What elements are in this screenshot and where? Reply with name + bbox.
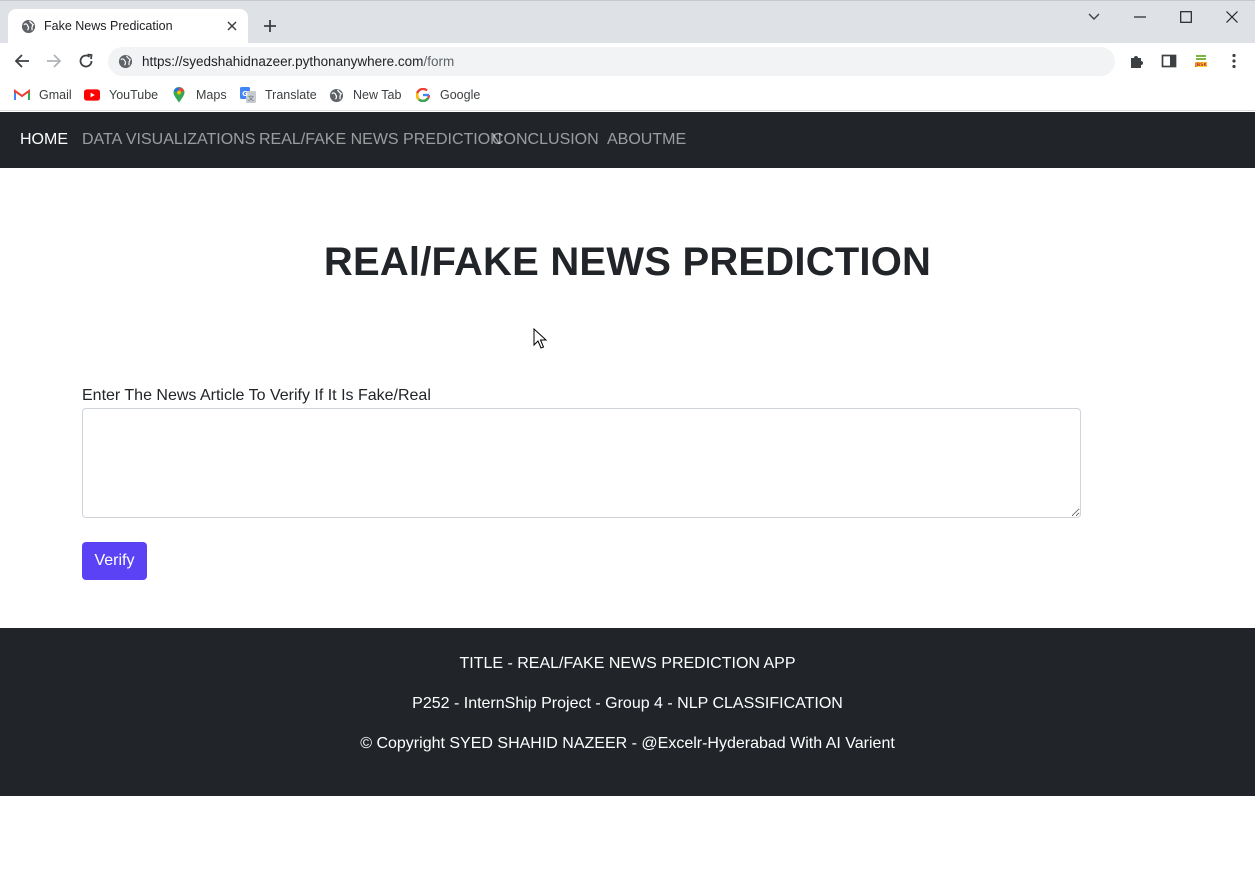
bookmark-gmail[interactable]: Gmail xyxy=(14,85,72,105)
nav-link-real-fake-news-prediction[interactable]: REAL/FAKE NEWS PREDICTION xyxy=(259,131,502,149)
bookmark-google[interactable]: Google xyxy=(415,85,480,105)
svg-text:文: 文 xyxy=(248,95,254,103)
site-footer: TITLE - REAL/FAKE NEWS PREDICTION APP P2… xyxy=(0,628,1255,796)
url-path: /form xyxy=(423,54,455,69)
browser-tab[interactable]: Fake News Predication xyxy=(8,9,248,44)
nav-link-aboutme[interactable]: ABOUTME xyxy=(607,131,686,149)
bookmark-new-tab[interactable]: New Tab xyxy=(328,85,401,105)
site-navbar: HOME DATA VISUALIZATIONS REAL/FAKE NEWS … xyxy=(0,112,1255,168)
bookmark-label: Gmail xyxy=(39,88,72,102)
tab-search-chevron-icon[interactable] xyxy=(1083,7,1105,27)
bookmark-label: Google xyxy=(440,88,481,102)
site-info-icon[interactable] xyxy=(118,54,133,69)
url-host: https://syedshahidnazeer.pythonanywhere.… xyxy=(142,54,424,69)
side-panel-icon[interactable] xyxy=(1159,51,1179,71)
bookmark-label: New Tab xyxy=(353,88,402,102)
globe-icon xyxy=(328,87,344,103)
bookmark-label: YouTube xyxy=(109,88,159,102)
url-text: https://syedshahidnazeer.pythonanywhere.… xyxy=(142,54,454,69)
youtube-icon xyxy=(84,87,100,103)
globe-icon xyxy=(21,19,36,34)
minimize-icon[interactable] xyxy=(1129,7,1151,27)
translate-icon: G文 xyxy=(240,87,256,103)
bookmark-label: Maps xyxy=(196,88,227,102)
tab-title: Fake News Predication xyxy=(44,19,173,33)
new-tab-icon[interactable] xyxy=(259,15,281,37)
nav-link-data-visualizations[interactable]: DATA VISUALIZATIONS xyxy=(82,131,255,149)
bookmarks-bar: Gmail YouTube Maps G文 Translate New Tab … xyxy=(0,79,1255,111)
svg-text:JBSK: JBSK xyxy=(1194,62,1207,68)
footer-project-line: P252 - InternShip Project - Group 4 - NL… xyxy=(412,695,843,712)
extensions-puzzle-icon[interactable] xyxy=(1127,51,1147,71)
footer-copyright-line: © Copyright SYED SHAHID NAZEER - @Excelr… xyxy=(360,735,895,752)
google-icon xyxy=(415,87,431,103)
bookmark-youtube[interactable]: YouTube xyxy=(84,85,158,105)
browser-tab-strip: Fake News Predication xyxy=(0,0,1255,44)
forward-arrow-icon[interactable] xyxy=(42,49,66,73)
nav-link-conclusion[interactable]: CONCLUSION xyxy=(492,131,599,149)
nav-link-home[interactable]: HOME xyxy=(20,131,68,149)
maps-icon xyxy=(171,87,187,103)
back-arrow-icon[interactable] xyxy=(10,49,34,73)
close-window-icon[interactable] xyxy=(1221,7,1243,27)
reload-icon[interactable] xyxy=(74,49,98,73)
bookmark-translate[interactable]: G文 Translate xyxy=(240,85,317,105)
bookmark-label: Translate xyxy=(265,88,317,102)
browser-menu-icon[interactable] xyxy=(1224,51,1244,71)
gmail-icon xyxy=(14,87,30,103)
mouse-cursor-icon xyxy=(533,327,548,349)
page-title: REAl/FAKE NEWS PREDICTION xyxy=(323,240,932,284)
bookmark-maps[interactable]: Maps xyxy=(171,85,227,105)
article-input-label: Enter The News Article To Verify If It I… xyxy=(82,387,431,404)
close-tab-icon[interactable] xyxy=(224,18,240,34)
news-article-textarea[interactable] xyxy=(82,408,1081,518)
profile-extension-icon[interactable]: JBSK xyxy=(1191,51,1211,71)
footer-title-line: TITLE - REAL/FAKE NEWS PREDICTION APP xyxy=(459,655,796,672)
address-bar[interactable]: https://syedshahidnazeer.pythonanywhere.… xyxy=(108,47,1115,76)
maximize-icon[interactable] xyxy=(1175,7,1197,27)
verify-button[interactable]: Verify xyxy=(82,542,147,580)
browser-toolbar: https://syedshahidnazeer.pythonanywhere.… xyxy=(0,43,1255,79)
